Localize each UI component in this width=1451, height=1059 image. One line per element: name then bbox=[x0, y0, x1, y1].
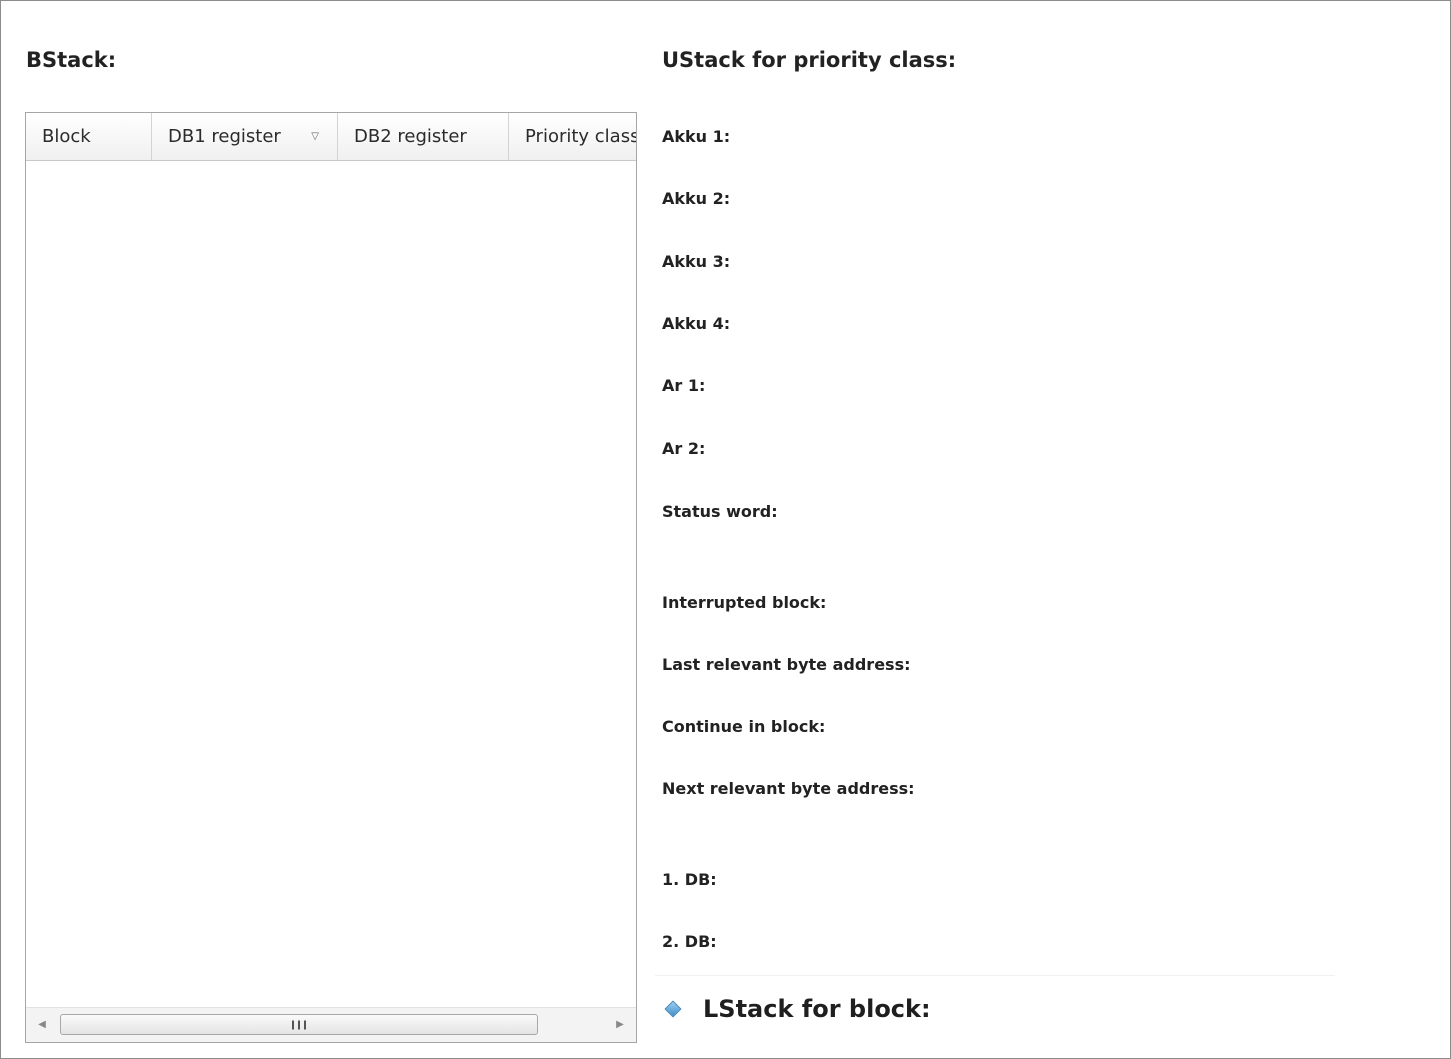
column-header-db1-register[interactable]: DB1 register ▽ bbox=[152, 113, 338, 160]
column-header-label: Block bbox=[42, 126, 91, 147]
lstack-label: LStack for block: bbox=[703, 995, 931, 1023]
akku-1-label: Akku 1: bbox=[662, 127, 731, 146]
ar-1-label: Ar 1: bbox=[662, 376, 706, 395]
horizontal-scrollbar[interactable]: ◀ ▶ bbox=[26, 1007, 636, 1042]
column-header-priority-class[interactable]: Priority class bbox=[509, 113, 637, 160]
scroll-right-arrow-icon[interactable]: ▶ bbox=[606, 1008, 634, 1042]
akku-4-label: Akku 4: bbox=[662, 314, 731, 333]
expand-diamond-icon[interactable] bbox=[663, 999, 683, 1019]
column-header-db2-register[interactable]: DB2 register bbox=[338, 113, 509, 160]
next-relevant-byte-address-label: Next relevant byte address: bbox=[662, 779, 915, 798]
bstack-title: BStack: bbox=[26, 48, 117, 72]
scroll-grip-icon bbox=[292, 1020, 306, 1029]
ustack-title: UStack for priority class: bbox=[662, 48, 957, 72]
scroll-left-arrow-icon[interactable]: ◀ bbox=[28, 1008, 56, 1042]
column-header-label: DB1 register bbox=[168, 126, 281, 147]
continue-in-block-label: Continue in block: bbox=[662, 717, 826, 736]
status-word-label: Status word: bbox=[662, 502, 778, 521]
akku-3-label: Akku 3: bbox=[662, 252, 731, 271]
scroll-thumb[interactable] bbox=[60, 1014, 538, 1035]
column-header-label: DB2 register bbox=[354, 126, 467, 147]
last-relevant-byte-address-label: Last relevant byte address: bbox=[662, 655, 911, 674]
db-1-label: 1. DB: bbox=[662, 870, 717, 889]
column-header-label: Priority class bbox=[525, 126, 637, 147]
bstack-table-header: Block DB1 register ▽ DB2 register Priorit… bbox=[26, 113, 637, 161]
db-2-label: 2. DB: bbox=[662, 932, 717, 951]
column-header-block[interactable]: Block bbox=[26, 113, 152, 160]
ar-2-label: Ar 2: bbox=[662, 439, 706, 458]
sort-descending-icon: ▽ bbox=[311, 131, 319, 142]
akku-2-label: Akku 2: bbox=[662, 189, 731, 208]
bstack-table[interactable]: Block DB1 register ▽ DB2 register Priorit… bbox=[25, 112, 637, 1043]
lstack-expander[interactable]: LStack for block: bbox=[655, 975, 1335, 1042]
interrupted-block-label: Interrupted block: bbox=[662, 593, 827, 612]
